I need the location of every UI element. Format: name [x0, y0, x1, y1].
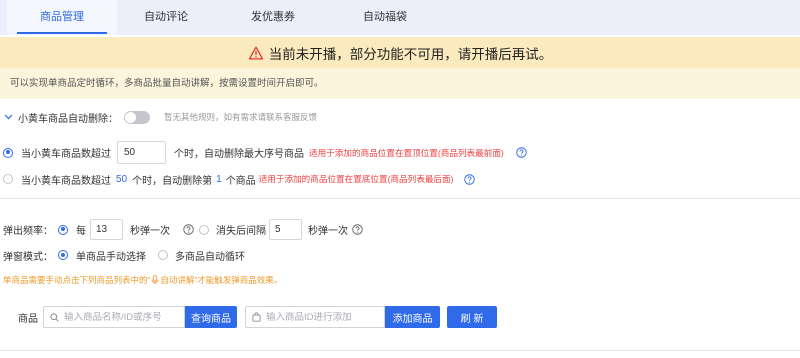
product-add-field[interactable] — [245, 306, 385, 328]
popup-mode-label: 弹窗模式： — [3, 251, 53, 263]
mode-note: 单商品需要手动点击下列商品列表中的“ 自动讲解 ”才能触发弹商品效果。 — [3, 274, 282, 286]
option-max-index-note: 适用于添加的商品位置在置顶位置(商品列表最前面) — [309, 147, 504, 158]
single-manual-label[interactable]: 单商品手动选择 — [76, 248, 146, 263]
radio-single-manual[interactable] — [58, 250, 68, 260]
radio-multi-auto[interactable] — [158, 250, 168, 260]
mode-note-highlight: 自动讲解 — [160, 275, 195, 285]
fixed-interval-prefix: 每 — [76, 226, 86, 237]
auto-delete-option-position: 当小黄车商品数超过 50 个时，自动删除第 1 个商品 适用于添加的商品位置在置… — [3, 170, 476, 188]
product-search-field[interactable] — [43, 306, 185, 328]
after-dismiss-suffix: 秒弹一次 — [308, 226, 348, 237]
search-icon — [50, 312, 59, 322]
warning-text: 当前未开播，部分功能不可用，请开播后再试。 — [268, 46, 553, 62]
option-position-index: 1 — [216, 173, 222, 185]
after-dismiss-prefix: 消失后间隔 — [216, 226, 266, 237]
tab-auto-comment[interactable]: 自动评论 — [111, 0, 221, 35]
microphone-icon — [151, 275, 159, 285]
product-add-input[interactable] — [261, 307, 384, 327]
option-position-middle: 个时，自动删除第 — [132, 175, 213, 187]
warning-banner: 当前未开播，部分功能不可用，请开播后再试。 — [0, 37, 800, 68]
auto-delete-toggle[interactable] — [124, 110, 150, 124]
product-search-input[interactable] — [59, 307, 184, 327]
option-position-prefix: 当小黄车商品数超过 — [21, 175, 111, 187]
radio-after-dismiss-interval[interactable] — [199, 224, 209, 235]
threshold-input[interactable] — [117, 141, 166, 164]
info-text: 可以实现单商品定时循环，多商品批量自动讲解，按需设置时间开启即可。 — [10, 78, 324, 89]
popup-frequency-row: 弹出频率： 每 秒弹一次 消失后间隔 秒弹一次 — [3, 219, 363, 240]
product-search-row: 商品 查询商品 添加商品 刷 新 — [18, 306, 497, 328]
option-max-index-prefix: 当小黄车商品数超过 — [21, 149, 111, 160]
option-position-threshold: 50 — [116, 173, 128, 185]
shopping-bag-icon — [252, 312, 261, 322]
bottom-divider — [0, 350, 800, 351]
radio-delete-position[interactable] — [3, 174, 13, 184]
auto-delete-header: 小黄车商品自动删除： 暂无其他规则，如有需求请联系客服反馈 — [4, 108, 317, 126]
chevron-down-icon[interactable] — [4, 114, 13, 120]
product-search-label: 商品 — [18, 313, 38, 325]
mode-note-before: 单商品需要手动点击下列商品列表中的“ — [3, 275, 151, 285]
tab-lucky-bag[interactable]: 自动福袋 — [330, 0, 440, 35]
radio-fixed-interval[interactable] — [58, 224, 68, 235]
mode-note-after: ”才能触发弹商品效果。 — [194, 275, 283, 285]
popup-frequency-label: 弹出频率： — [3, 226, 53, 237]
option-position-suffix: 个商品 — [225, 175, 256, 187]
multi-auto-label[interactable]: 多商品自动循环 — [175, 248, 245, 263]
popup-mode-row: 弹窗模式： 单商品手动选择 多商品自动循环 — [3, 246, 245, 264]
help-icon[interactable] — [183, 224, 194, 235]
warning-triangle-icon — [248, 46, 264, 60]
radio-delete-max-index[interactable] — [3, 147, 13, 158]
help-icon[interactable] — [352, 224, 363, 235]
fixed-interval-input[interactable] — [90, 219, 123, 240]
refresh-button[interactable]: 刷 新 — [447, 306, 497, 328]
help-icon[interactable] — [516, 147, 527, 158]
option-max-index-suffix: 个时，自动删除最大序号商品 — [174, 149, 304, 160]
section-divider — [0, 198, 800, 199]
tab-product-management[interactable]: 商品管理 — [7, 0, 117, 35]
auto-delete-option-max-index: 当小黄车商品数超过 个时，自动删除最大序号商品 适用于添加的商品位置在置顶位置(… — [3, 141, 527, 164]
option-position-note: 适用于添加的商品位置在置底位置(商品列表最后面) — [258, 174, 454, 184]
info-banner: 可以实现单商品定时循环，多商品批量自动讲解，按需设置时间开启即可。 — [0, 68, 800, 99]
help-icon[interactable] — [464, 173, 476, 185]
add-product-button[interactable]: 添加商品 — [385, 306, 440, 328]
auto-delete-hint: 暂无其他规则，如有需求请联系客服反馈 — [164, 112, 318, 122]
search-product-button[interactable]: 查询商品 — [185, 306, 237, 328]
tab-bar: 商品管理 自动评论 发优惠券 自动福袋 — [0, 0, 800, 35]
after-dismiss-input[interactable] — [269, 219, 302, 240]
fixed-interval-suffix: 秒弹一次 — [130, 226, 170, 237]
auto-delete-label: 小黄车商品自动删除： — [18, 113, 118, 125]
tab-coupon[interactable]: 发优惠券 — [218, 0, 328, 35]
